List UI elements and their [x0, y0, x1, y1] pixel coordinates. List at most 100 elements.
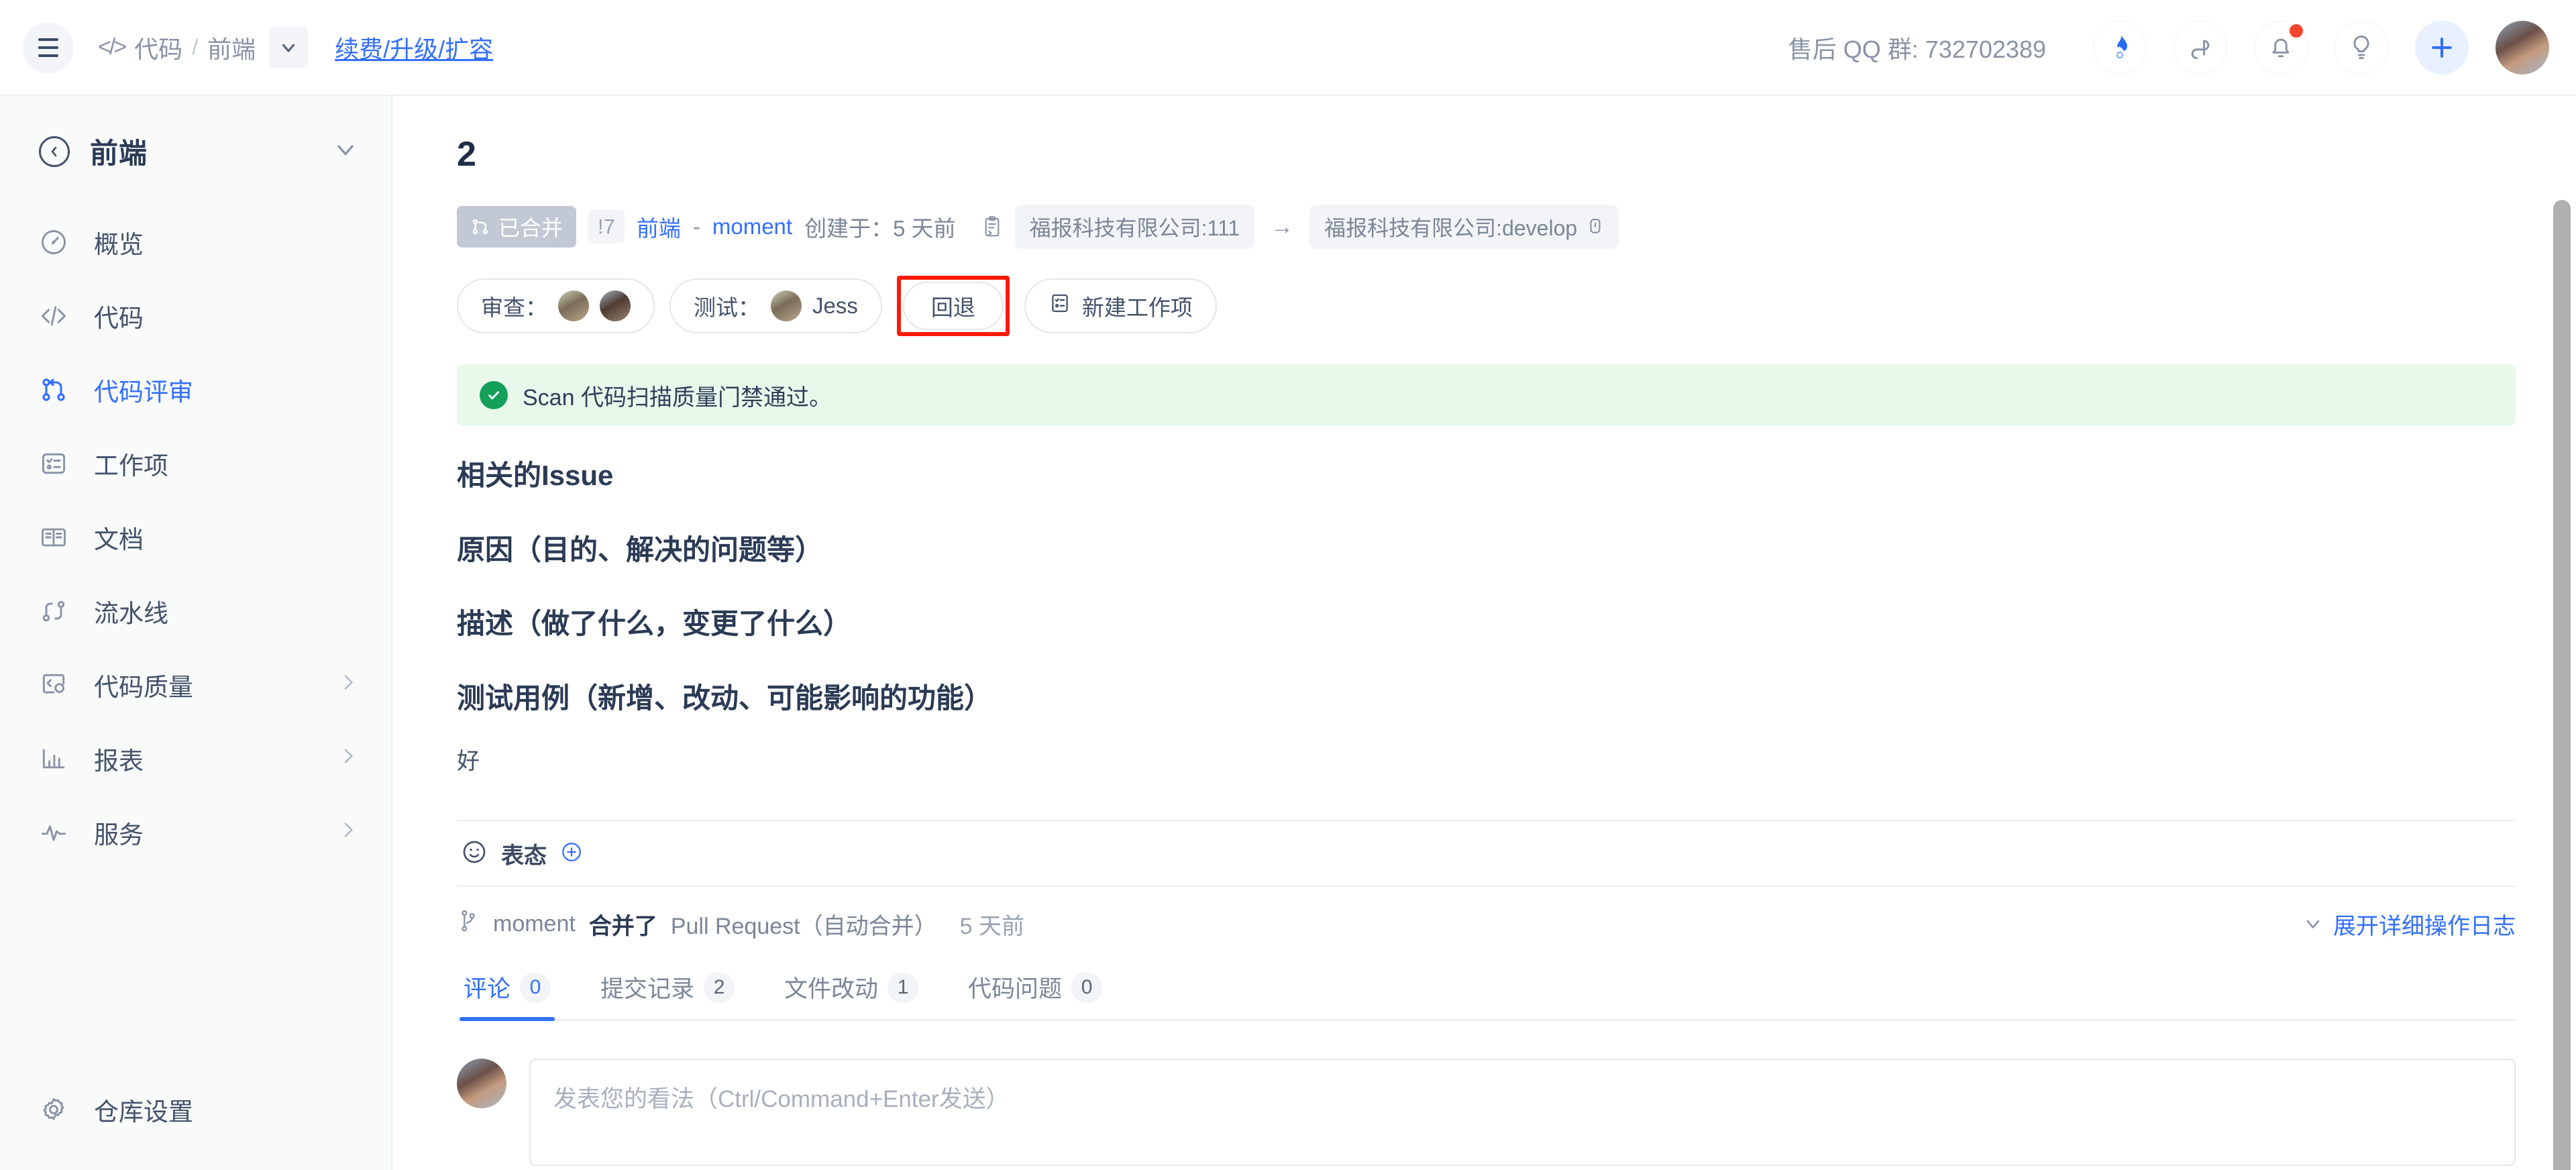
pr-action-row: 审查： 测试： Jess 回退 新建工作项	[457, 276, 2516, 337]
tab-count: 2	[704, 971, 735, 1003]
breadcrumb-separator: /	[192, 35, 199, 59]
sidebar-item-pipeline[interactable]: 流水线	[0, 574, 391, 648]
notification-badge	[2290, 23, 2303, 38]
tester-avatar	[771, 290, 802, 322]
body-wrapper: 前端 概览 代码 代码评审 工作项 文档 流水线 代码质量 报表 服务 仓库设置…	[0, 96, 2576, 1170]
pipeline-icon	[39, 596, 68, 626]
sidebar-item-code[interactable]: 代码	[0, 279, 391, 353]
created-time: 创建于：5 天前	[804, 216, 956, 242]
rollback-button[interactable]: 回退	[902, 282, 1004, 331]
description-heading: 原因（目的、解决的问题等）	[457, 533, 824, 566]
merge-request-icon	[39, 375, 68, 405]
pr-description: 相关的Issue 原因（目的、解决的问题等） 描述（做了什么，变更了什么） 测试…	[457, 458, 2516, 776]
testers-button[interactable]: 测试： Jess	[669, 278, 882, 334]
testers-label: 测试：	[694, 295, 760, 321]
tab-count: 1	[888, 971, 919, 1003]
book-icon	[39, 523, 68, 552]
clipboard-icon[interactable]	[981, 214, 1003, 240]
sidebar-item-services[interactable]: 服务	[0, 796, 391, 869]
sidebar-footer: 仓库设置	[0, 1076, 391, 1170]
status-badge: 已合并	[457, 206, 577, 248]
expand-detail-log-label: 展开详细操作日志	[2333, 913, 2516, 939]
sidebar-item-workitem[interactable]: 工作项	[0, 427, 391, 500]
tab-commits[interactable]: 提交记录 2	[596, 970, 739, 1019]
hamburger-line	[38, 46, 58, 49]
tab-comments[interactable]: 评论 0	[460, 970, 555, 1022]
branch-icon	[457, 908, 480, 941]
chevron-left-circle-icon[interactable]	[39, 136, 70, 167]
sidebar-item-label: 文档	[94, 526, 144, 553]
chevron-right-icon[interactable]	[337, 818, 359, 847]
reviewers-button[interactable]: 审查：	[457, 278, 655, 334]
code-quality-icon	[39, 670, 68, 700]
renew-upgrade-link[interactable]: 续费/升级/扩容	[335, 30, 493, 65]
tab-label: 评论	[464, 976, 511, 1003]
source-branch-chip[interactable]: 福报科技有限公司:111	[1014, 205, 1255, 250]
merge-log-row: moment 合并了 Pull Request（自动合并） 5 天前 展开详细操…	[457, 887, 2516, 961]
gauge-icon	[39, 227, 68, 257]
app-root: </> 代码 / 前端 续费/升级/扩容 售后 QQ 群: 732702389	[0, 0, 2576, 1170]
breadcrumb-code[interactable]: 代码	[134, 30, 182, 65]
reviewer-avatar	[600, 290, 631, 322]
infinity-icon[interactable]	[2174, 20, 2227, 74]
author-link[interactable]: moment	[712, 214, 792, 240]
merge-action-rest: Pull Request（自动合并）	[670, 913, 937, 939]
reaction-row[interactable]: 表态	[457, 821, 2516, 886]
task-list-icon	[39, 449, 68, 478]
sidebar-item-repo-settings[interactable]: 仓库设置	[39, 1076, 359, 1143]
sidebar-repo-name: 前端	[90, 138, 148, 169]
activity-icon	[39, 818, 68, 847]
description-body: 好	[457, 749, 480, 775]
sidebar-item-label: 报表	[94, 747, 144, 775]
tester-name: Jess	[812, 293, 858, 319]
task-list-icon	[1049, 292, 1071, 320]
bulb-icon[interactable]	[2334, 20, 2388, 74]
target-branch-label: 福报科技有限公司:develop	[1324, 216, 1578, 241]
pr-meta-row: 已合并 !7 前端 - moment 创建于：5 天前 福报科技有限公司:111…	[457, 205, 2516, 250]
bell-icon[interactable]	[2254, 20, 2308, 74]
breadcrumb-repo[interactable]: 前端	[207, 30, 256, 65]
sidebar-item-label: 仓库设置	[94, 1098, 193, 1126]
sidebar-item-code-review[interactable]: 代码评审	[0, 353, 391, 427]
chevron-right-icon[interactable]	[337, 671, 359, 699]
sidebar-item-label: 代码质量	[94, 674, 193, 701]
sidebar-item-label: 工作项	[94, 452, 168, 480]
sidebar-item-label: 代码	[94, 305, 144, 332]
copy-icon[interactable]	[1587, 217, 1604, 237]
chevron-right-icon[interactable]	[337, 745, 359, 773]
user-avatar[interactable]	[2496, 20, 2549, 74]
sidebar-nav: 概览 代码 代码评审 工作项 文档 流水线 代码质量 报表 服务	[0, 205, 391, 869]
tab-file-changes[interactable]: 文件改动 1	[780, 970, 922, 1019]
comment-composer	[457, 1059, 2516, 1167]
vertical-scrollbar[interactable]	[2553, 200, 2571, 1170]
sidebar-repo-header[interactable]: 前端	[0, 116, 391, 187]
comment-input[interactable]	[529, 1059, 2516, 1167]
description-heading: 测试用例（新增、改动、可能影响的功能）	[457, 682, 993, 714]
repo-link[interactable]: 前端	[637, 211, 681, 243]
chevron-down-icon[interactable]	[269, 26, 309, 68]
source-branch-label: 福报科技有限公司:111	[1029, 216, 1240, 241]
plus-circle-icon[interactable]	[560, 841, 583, 867]
code-brackets-icon	[39, 301, 68, 331]
flame-icon[interactable]	[2093, 20, 2147, 74]
chevron-down-icon[interactable]	[332, 136, 359, 166]
code-brackets-icon: </>	[98, 34, 127, 60]
rollback-label: 回退	[930, 295, 975, 321]
sidebar-item-reports[interactable]: 报表	[0, 722, 391, 796]
target-branch-chip[interactable]: 福报科技有限公司:develop	[1309, 205, 1619, 250]
sidebar-item-docs[interactable]: 文档	[0, 500, 391, 574]
new-workitem-button[interactable]: 新建工作项	[1024, 278, 1217, 334]
sidebar-item-code-quality[interactable]: 代码质量	[0, 648, 391, 722]
tab-code-issues[interactable]: 代码问题 0	[964, 970, 1106, 1019]
hamburger-line	[38, 38, 58, 41]
reviewers-label: 审查：	[481, 295, 547, 321]
expand-detail-log-link[interactable]: 展开详细操作日志	[2302, 908, 2516, 941]
tab-label: 文件改动	[784, 976, 879, 1003]
sidebar-item-overview[interactable]: 概览	[0, 205, 391, 279]
description-heading: 描述（做了什么，变更了什么）	[457, 608, 852, 640]
top-bar-right: 售后 QQ 群: 732702389	[1788, 20, 2549, 74]
pr-number: !7	[588, 210, 625, 244]
status-badge-label: 已合并	[498, 216, 564, 241]
plus-icon[interactable]	[2415, 20, 2469, 74]
hamburger-icon[interactable]	[23, 21, 74, 73]
